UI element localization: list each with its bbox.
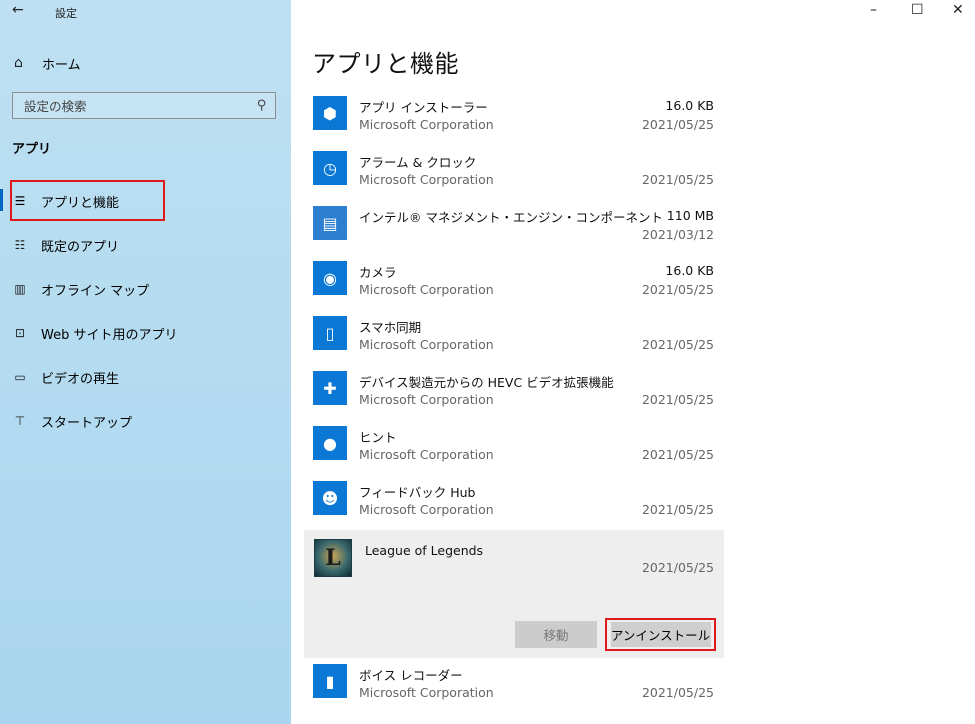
app-date: 2021/05/25 xyxy=(641,447,714,462)
list-item[interactable]: ◉ カメラ Microsoft Corporation 16.0 KB 2021… xyxy=(304,255,724,310)
sidebar-item-apps-features[interactable]: ☰ アプリと機能 xyxy=(0,179,291,223)
app-name: League of Legends xyxy=(365,543,484,558)
uninstall-button-highlight: アンインストール xyxy=(605,618,716,651)
app-publisher: Microsoft Corporation xyxy=(359,685,494,700)
app-publisher: Microsoft Corporation xyxy=(359,117,494,132)
app-date: 2021/05/25 xyxy=(641,502,714,517)
app-size: 16.0 KB xyxy=(665,98,714,113)
selected-list-item[interactable]: L League of Legends 2021/05/25 移動 アンインスト… xyxy=(304,530,724,658)
app-publisher: Microsoft Corporation xyxy=(359,172,494,187)
sidebar-item-web-apps[interactable]: ⊡ Web サイト用のアプリ xyxy=(0,311,291,355)
page-title: アプリと機能 xyxy=(312,50,459,78)
home-icon: ⌂ xyxy=(14,55,23,71)
list-item[interactable]: ▮ ボイス レコーダー Microsoft Corporation 2021/0… xyxy=(304,658,724,713)
app-name: ボイス レコーダー xyxy=(359,668,463,683)
app-date: 2021/05/25 xyxy=(641,392,714,407)
main-panel: アプリと機能 ⬢ アプリ インストーラー Microsoft Corporati… xyxy=(291,0,975,724)
app-list: ⬢ アプリ インストーラー Microsoft Corporation 16.0… xyxy=(304,90,724,713)
app-date: 2021/05/25 xyxy=(641,282,714,297)
home-link[interactable]: ⌂ ホーム xyxy=(14,53,81,73)
startup-icon: ⊤ xyxy=(14,414,26,428)
app-date: 2021/05/25 xyxy=(641,337,714,352)
sidebar: ← 設定 ⌂ ホーム 設定の検索 ⚲ アプリ ☰ アプリと機能 ☷ 既定のアプリ… xyxy=(0,0,291,724)
app-name: インテル® マネジメント・エンジン・コンポーネント xyxy=(359,210,663,225)
sidebar-item-label: オフライン マップ xyxy=(41,283,150,299)
offline-maps-icon: ▥ xyxy=(14,282,26,296)
league-of-legends-icon: L xyxy=(314,539,352,577)
uninstall-button[interactable]: アンインストール xyxy=(610,622,711,647)
app-publisher: Microsoft Corporation xyxy=(359,282,494,297)
voice-recorder-icon: ▮ xyxy=(313,664,347,698)
app-name: デバイス製造元からの HEVC ビデオ拡張機能 xyxy=(359,375,614,390)
search-placeholder: 設定の検索 xyxy=(24,99,87,114)
list-item[interactable]: ● ヒント Microsoft Corporation 2021/05/25 xyxy=(304,420,724,475)
tips-icon: ● xyxy=(313,426,347,460)
app-date: 2021/05/25 xyxy=(641,560,714,575)
app-date: 2021/05/25 xyxy=(641,117,714,132)
back-arrow-icon[interactable]: ← xyxy=(12,2,24,18)
app-publisher: Microsoft Corporation xyxy=(359,447,494,462)
app-size: 110 MB xyxy=(666,208,714,223)
app-publisher: Microsoft Corporation xyxy=(359,337,494,352)
phone-link-icon: ▯ xyxy=(313,316,347,350)
app-date: 2021/03/12 xyxy=(641,227,714,242)
move-button[interactable]: 移動 xyxy=(515,621,597,648)
title-bar: ← 設定 xyxy=(0,0,291,24)
intel-management-icon: ▤ xyxy=(313,206,347,240)
list-item[interactable]: ⬢ アプリ インストーラー Microsoft Corporation 16.0… xyxy=(304,90,724,145)
sidebar-item-label: スタートアップ xyxy=(41,415,133,431)
list-item[interactable]: ◷ アラーム & クロック Microsoft Corporation 2021… xyxy=(304,145,724,200)
sidebar-item-offline-maps[interactable]: ▥ オフライン マップ xyxy=(0,267,291,311)
app-publisher: Microsoft Corporation xyxy=(359,502,494,517)
home-label: ホーム xyxy=(42,57,81,73)
app-name: アプリ インストーラー xyxy=(359,100,488,115)
search-icon[interactable]: ⚲ xyxy=(257,98,267,113)
app-date: 2021/05/25 xyxy=(641,172,714,187)
sidebar-item-label: Web サイト用のアプリ xyxy=(41,327,178,343)
app-name: ヒント xyxy=(359,430,397,445)
app-name: カメラ xyxy=(359,265,397,280)
list-item[interactable]: ▯ スマホ同期 Microsoft Corporation 2021/05/25 xyxy=(304,310,724,365)
list-item[interactable]: ▤ インテル® マネジメント・エンジン・コンポーネント 110 MB 2021/… xyxy=(304,200,724,255)
sidebar-item-label: アプリと機能 xyxy=(41,195,120,211)
app-name: フィードバック Hub xyxy=(359,485,476,500)
app-installer-icon: ⬢ xyxy=(313,96,347,130)
list-item[interactable]: ☻ フィードバック Hub Microsoft Corporation 2021… xyxy=(304,475,724,530)
sidebar-item-startup[interactable]: ⊤ スタートアップ xyxy=(0,399,291,443)
alarm-clock-icon: ◷ xyxy=(313,151,347,185)
app-publisher: Microsoft Corporation xyxy=(359,392,494,407)
sidebar-item-video-playback[interactable]: ▭ ビデオの再生 xyxy=(0,355,291,399)
app-name: アラーム & クロック xyxy=(359,155,477,170)
feedback-hub-icon: ☻ xyxy=(313,481,347,515)
section-heading: アプリ xyxy=(12,142,52,157)
sidebar-item-label: ビデオの再生 xyxy=(41,371,120,387)
hevc-extension-icon: ✚ xyxy=(313,371,347,405)
default-apps-icon: ☷ xyxy=(14,238,26,252)
sidebar-nav: ☰ アプリと機能 ☷ 既定のアプリ ▥ オフライン マップ ⊡ Web サイト用… xyxy=(0,179,291,443)
video-playback-icon: ▭ xyxy=(14,370,26,384)
apps-features-icon: ☰ xyxy=(14,194,26,208)
window-title: 設定 xyxy=(55,7,77,20)
camera-icon: ◉ xyxy=(313,261,347,295)
app-date: 2021/05/25 xyxy=(641,685,714,700)
sidebar-item-default-apps[interactable]: ☷ 既定のアプリ xyxy=(0,223,291,267)
list-item[interactable]: ✚ デバイス製造元からの HEVC ビデオ拡張機能 Microsoft Corp… xyxy=(304,365,724,420)
app-name: スマホ同期 xyxy=(359,320,422,335)
sidebar-item-label: 既定のアプリ xyxy=(41,239,120,255)
app-size: 16.0 KB xyxy=(665,263,714,278)
web-apps-icon: ⊡ xyxy=(14,326,26,340)
search-input[interactable]: 設定の検索 ⚲ xyxy=(12,92,276,119)
